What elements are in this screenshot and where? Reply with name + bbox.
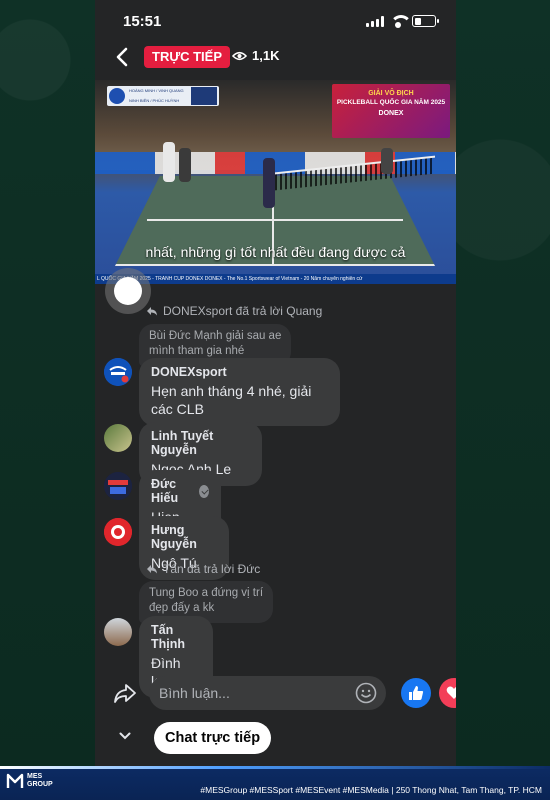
title-card-line-1: GIẢI VÔ ĐỊCH [368,90,414,97]
mes-logo-line: GROUP [27,781,53,788]
verified-icon [198,484,209,498]
like-button[interactable] [401,678,431,708]
reply-reference-label: DONEXsport đã trả lời Quang [163,304,323,318]
video-player [163,142,175,182]
video-player [179,148,191,182]
reply-reference: DONEXsport đã trả lời Quang [147,304,322,318]
brand-band-text: #MESGroup #MESSport #MESEvent #MESMedia … [200,785,542,795]
avatar[interactable] [104,424,132,452]
like-icon [409,686,424,700]
avatar-image [104,518,132,546]
reply-reference: Tấn đã trả lời Đức [147,562,260,576]
comment-author-name[interactable]: Đức Hiếu [151,477,194,505]
battery-icon [412,15,439,27]
video-player [381,148,393,174]
live-badge: TRỰC TIẾP [144,46,231,68]
love-button[interactable] [439,678,456,708]
quoted-comment-line: mình tham gia nhé [149,345,245,357]
status-bar: 15:51 [95,0,456,42]
avatar[interactable] [104,618,132,646]
reply-reference-label: Tấn đã trả lời Đức [163,562,261,576]
comment-input[interactable] [149,676,386,710]
live-top-bar: TRỰC TIẾP 1,1K [95,42,456,72]
comment-text: Hẹn anh tháng 4 nhé, giải các CLB [151,382,328,418]
brand-band: MES GROUP #MESGroup #MESSport #MESEvent … [0,766,550,800]
record-button[interactable] [105,268,151,314]
avatar[interactable] [104,358,132,386]
reply-arrow-icon [147,564,157,573]
avatar-image [104,472,132,500]
mes-logo-text: MES GROUP [27,773,53,789]
video-player [263,158,275,208]
reply-arrow-icon [147,306,157,315]
brand-band-stripe [0,766,550,769]
viewer-count-label: 1,1K [252,48,280,63]
cellular-signal-icon [366,15,384,27]
phone-screen: 15:51 TRỰC TIẾP 1,1K HOÀNG MINH / VINH Q… [95,0,456,766]
live-video[interactable]: HOÀNG MINH / VINH QUANG NINH BIÊN / PHÚC… [95,80,456,284]
title-card-line-3: DONEX [378,110,404,117]
live-comments: DONEXsport đã trả lời Quang Bùi Đức Mạnh… [95,268,456,698]
comment-text-line: Hẹn anh tháng 4 nhé, giải [151,383,312,399]
record-button-inner [114,277,142,305]
status-icons [366,15,439,28]
status-time: 15:51 [123,13,162,30]
quoted-comment-line: Bùi Đức Mạnh giải sau ae [149,330,282,342]
quoted-comment-line: Tung Boo a đứng vị trí [149,587,264,599]
live-chat-button[interactable]: Chat trực tiếp [154,722,272,754]
live-footer: Chat trực tiếp [95,720,456,756]
avatar[interactable] [104,472,132,500]
comment-author[interactable]: Hưng Nguyễn [151,523,217,551]
video-scoreboard: HOÀNG MINH / VINH QUANG NINH BIÊN / PHÚC… [107,86,219,106]
quoted-comment-line: đẹp đấy a kk [149,602,215,614]
scoreboard-scores [191,87,217,105]
comment-author[interactable]: Đức Hiếu [151,477,209,505]
brand-logo-icon [104,358,132,386]
mes-group-logo: MES GROUP [6,772,53,790]
comment-text-line: các CLB [151,401,204,417]
video-subtitle: nhất, những gì tốt nhất đều đang được cả [145,244,406,260]
chevron-down-icon[interactable] [119,732,131,740]
avatar[interactable] [104,518,132,546]
comment-author[interactable]: Linh Tuyết Nguyễn [151,429,250,457]
comment-bubble[interactable]: DONEXsport Hẹn anh tháng 4 nhé, giải các… [139,358,340,426]
video-title-card: GIẢI VÔ ĐỊCH PICKLEBALL QUỐC GIA NĂM 202… [332,84,450,138]
comment-author[interactable]: DONEXsport [151,365,328,379]
title-card-line-2: PICKLEBALL QUỐC GIA NĂM 2025 [336,99,446,106]
love-icon [446,686,456,699]
back-icon[interactable] [115,47,129,67]
scoreboard-logo [109,88,125,104]
comment-author[interactable]: Tấn Thịnh [151,623,201,651]
mes-logo-line: MES [27,773,43,780]
wifi-icon [390,15,412,28]
emoji-icon[interactable] [355,682,377,704]
share-icon[interactable] [113,682,137,704]
viewer-count: 1,1K [232,48,279,63]
comment-composer [95,674,456,714]
mes-logo-icon [6,773,24,788]
eye-icon [232,51,247,60]
